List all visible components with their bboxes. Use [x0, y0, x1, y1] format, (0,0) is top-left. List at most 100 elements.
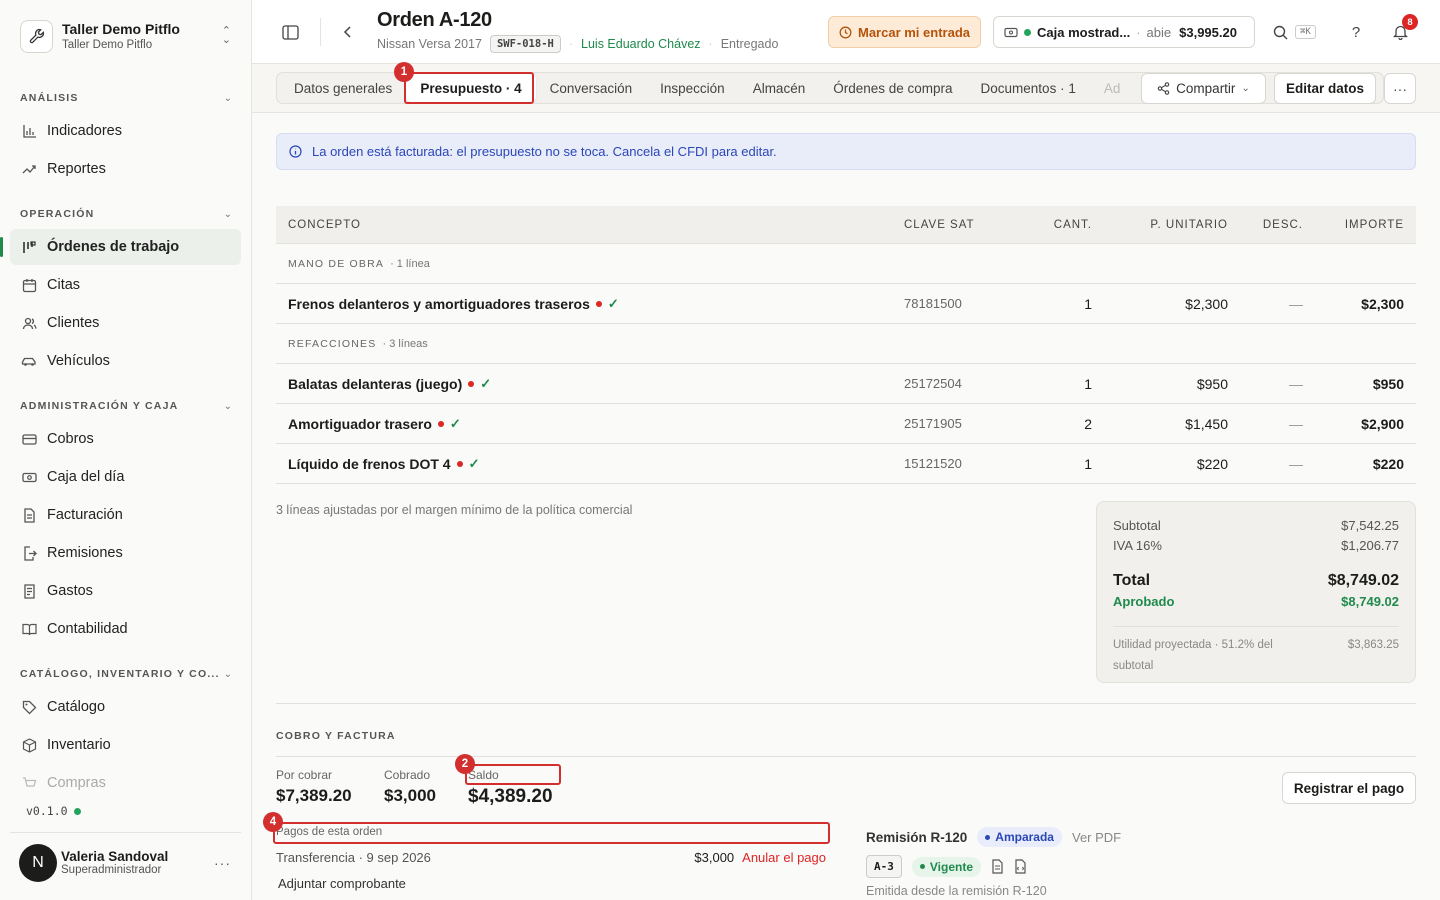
sidebar-item-catalogo[interactable]: Catálogo [10, 689, 241, 725]
tab-documentos[interactable]: Documentos · 1 [967, 74, 1090, 102]
document-icon[interactable] [991, 859, 1004, 874]
sat-code: 25171905 [904, 416, 962, 431]
validity-label: Vigente [929, 859, 973, 874]
more-options-button[interactable]: ··· [1384, 73, 1416, 104]
attach-receipt-link[interactable]: Adjuntar comprobante [278, 876, 406, 891]
export-icon [20, 545, 38, 561]
sidebar-item-cobros[interactable]: Cobros [10, 421, 241, 457]
concept: Balatas delanteras (juego) [288, 375, 463, 392]
workspace-switcher[interactable]: Taller Demo Pitflo Taller Demo Pitflo ⌃ ⌄ [10, 10, 241, 62]
stat-label: Por cobrar [276, 768, 333, 782]
book-icon [20, 622, 38, 637]
section-administracion[interactable]: ADMINISTRACIÓN Y CAJA ⌄ [20, 400, 232, 412]
subtotal-row: Subtotal $7,542.25 [1113, 516, 1399, 536]
version-label: v0.1.0 [26, 804, 81, 818]
separator: · [568, 37, 574, 51]
sidebar-item-contabilidad[interactable]: Contabilidad [10, 611, 241, 647]
user-role: Superadministrador [61, 864, 162, 876]
view-pdf-link[interactable]: Ver PDF [1072, 830, 1121, 845]
avatar: N [19, 843, 57, 882]
group-label: REFACCIONES [288, 337, 377, 350]
sidebar-item-facturacion[interactable]: Facturación [10, 497, 241, 533]
budget-table: CONCEPTO CLAVE SAT CANT. P. UNITARIO DES… [276, 206, 1416, 484]
amount: $950 [1372, 375, 1404, 392]
cancel-payment-link[interactable]: Anular el pago [742, 850, 826, 865]
users-icon [20, 316, 38, 331]
table-row[interactable]: Amortiguador trasero ✓ 25171905 2 $1,450 … [276, 404, 1416, 444]
status-dot [985, 834, 991, 840]
iva-value: $1,206.77 [1341, 538, 1399, 553]
sidebar-item-vehiculos[interactable]: Vehículos [10, 343, 241, 379]
quantity: 1 [1084, 455, 1092, 472]
section-analisis[interactable]: ANÁLISIS ⌄ [20, 92, 232, 104]
edit-button[interactable]: Editar datos [1274, 73, 1376, 104]
tab-ordenes-compra[interactable]: Órdenes de compra [819, 74, 966, 102]
concept: Líquido de frenos DOT 4 [288, 455, 451, 472]
check-in-button[interactable]: Marcar mi entrada [828, 16, 981, 48]
info-banner: La orden está facturada: el presupuesto … [276, 133, 1416, 170]
sidebar-item-caja[interactable]: Caja del día [10, 459, 241, 495]
sidebar-item-ordenes[interactable]: Órdenes de trabajo [0, 229, 241, 265]
top-bar: Orden A-120 Nissan Versa 2017 SWF-018-H … [252, 0, 1440, 64]
sat-code: 25172504 [904, 376, 962, 391]
discount: — [1289, 415, 1303, 432]
sidebar-item-compras[interactable]: Compras [10, 765, 241, 801]
section-operacion[interactable]: OPERACIÓN ⌄ [20, 208, 232, 220]
tab-conversacion[interactable]: Conversación [536, 74, 647, 102]
table-row[interactable]: Frenos delanteros y amortiguadores trase… [276, 284, 1416, 324]
remision-row: Remisión R-120 Amparada Ver PDF [866, 827, 1121, 847]
section-label: ANÁLISIS [20, 92, 79, 104]
kanban-icon [20, 240, 38, 255]
tab-almacen[interactable]: Almacén [739, 74, 820, 102]
tab-datos-generales[interactable]: Datos generales [280, 74, 406, 102]
sidebar-item-clientes[interactable]: Clientes [10, 305, 241, 341]
sidebar-item-remisiones[interactable]: Remisiones [10, 535, 241, 571]
xml-file-icon[interactable] [1014, 859, 1027, 874]
plate-badge: SWF-018-H [489, 35, 561, 53]
table-row[interactable]: Balatas delanteras (juego) ✓ 25172504 1 $… [276, 364, 1416, 404]
caja-name: Caja mostrad... [1037, 24, 1131, 40]
section-catalogo[interactable]: CATÁLOGO, INVENTARIO Y CO... ⌄ [20, 668, 232, 680]
sidebar-item-indicadores[interactable]: Indicadores [10, 113, 241, 149]
amount: $2,900 [1361, 415, 1404, 432]
status-dot [73, 807, 81, 815]
sidebar-item-label: Cobros [47, 431, 94, 447]
share-button[interactable]: Compartir ⌄ [1141, 73, 1266, 104]
back-chevron-icon[interactable] [338, 22, 358, 42]
stat-saldo: Saldo $4,389.20 [468, 768, 553, 808]
more-icon[interactable]: ··· [214, 855, 231, 871]
register-payment-button[interactable]: Registrar el pago [1282, 772, 1416, 804]
tab-inspeccion[interactable]: Inspección [646, 74, 739, 102]
clock-icon [839, 26, 852, 38]
user-menu[interactable]: N Valeria Sandoval Superadministrador ··… [10, 832, 241, 892]
table-row[interactable]: Líquido de frenos DOT 4 ✓ 15121520 1 $220… [276, 444, 1416, 484]
quantity: 1 [1084, 375, 1092, 392]
group-header: REFACCIONES · 3 líneas [276, 324, 1416, 364]
sidebar-item-citas[interactable]: Citas [10, 267, 241, 303]
sidebar-item-reportes[interactable]: Reportes [10, 151, 241, 187]
customer-link[interactable]: Luis Eduardo Chávez [581, 37, 701, 51]
tab-presupuesto[interactable]: Presupuesto · 4 [406, 74, 536, 102]
sidebar-toggle-icon[interactable] [280, 22, 300, 42]
sidebar-item-label: Inventario [47, 737, 111, 753]
quantity: 1 [1084, 295, 1092, 312]
sat-code: 78181500 [904, 296, 962, 311]
card-icon [20, 432, 38, 447]
utility-label: Utilidad proyectada · 51.2% del subtotal [1113, 639, 1273, 672]
check-in-label: Marcar mi entrada [858, 24, 970, 40]
group-count: · 3 líneas [382, 337, 428, 350]
chevron-down-icon: ⌄ [1241, 83, 1250, 94]
search-icon[interactable] [1270, 22, 1290, 42]
caja-selector[interactable]: Caja mostrad... · abie $3,995.20 [993, 16, 1255, 48]
approved-label: Aprobado [1113, 594, 1175, 609]
sidebar-item-inventario[interactable]: Inventario [10, 727, 241, 763]
red-dot-icon [595, 300, 602, 307]
tab-overflow[interactable]: Ad [1090, 74, 1135, 102]
sidebar-item-gastos[interactable]: Gastos [10, 573, 241, 609]
payment-amount: $3,000 [694, 850, 735, 865]
workspace-sub: Taller Demo Pitflo [62, 38, 153, 51]
help-icon[interactable]: ? [1346, 22, 1366, 42]
table-header: CONCEPTO CLAVE SAT CANT. P. UNITARIO DES… [276, 206, 1416, 244]
chevron-down-icon: ⌄ [223, 92, 232, 104]
wrench-icon [20, 19, 53, 53]
